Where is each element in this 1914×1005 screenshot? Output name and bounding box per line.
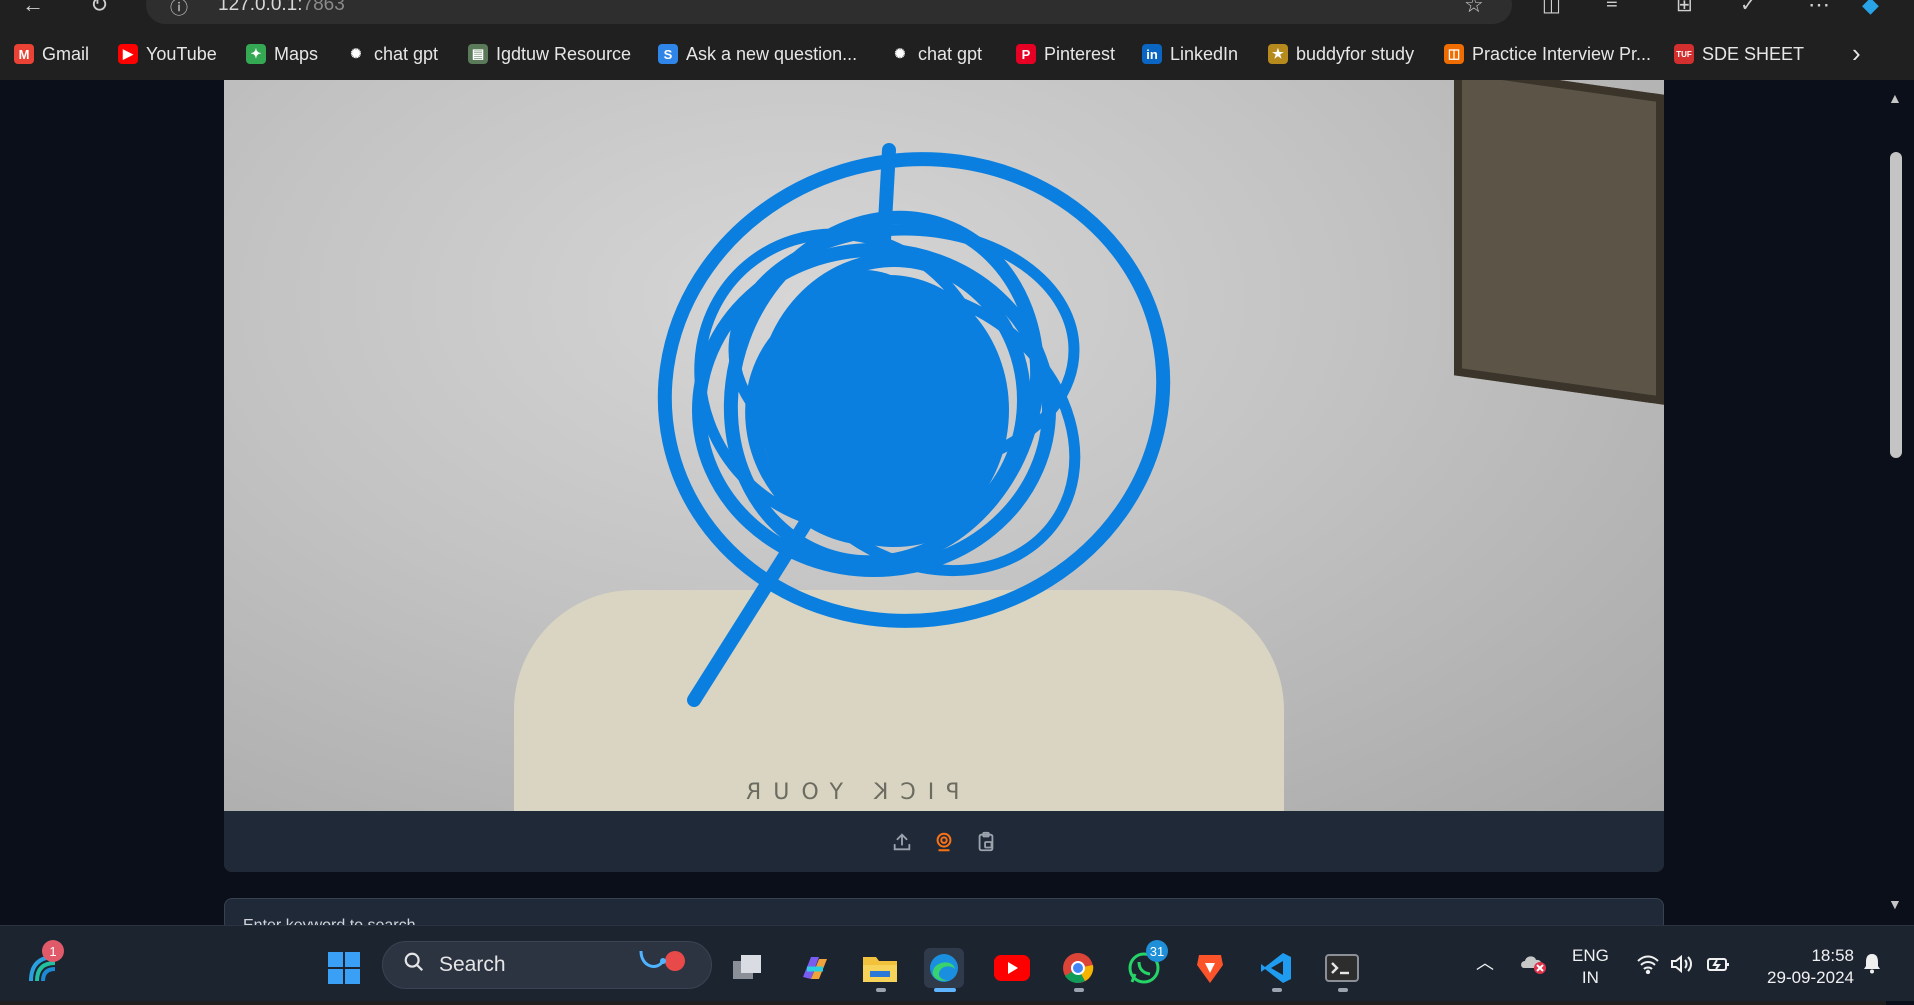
clipboard-icon[interactable] [974,830,998,854]
scroll-down-arrow-icon[interactable]: ▼ [1888,896,1902,912]
edge-browser-icon[interactable] [924,948,964,988]
site-info-icon[interactable]: ⓘ [170,0,188,20]
url-port: 7863 [302,0,345,15]
bookmark-label: Igdtuw Resource [496,43,632,64]
bookmark-label: buddyfor study [1296,43,1415,64]
bookmark-label: YouTube [146,43,217,64]
refresh-icon[interactable]: ↻ [90,0,108,18]
maps-icon: ✦ [246,44,266,64]
bookmark-label: chat gpt [374,43,439,64]
bookmark-youtube[interactable]: ▶ YouTube [118,42,217,66]
language-code: ENG [1572,946,1609,965]
chrome-indicator [1074,988,1084,992]
copilot-taskbar-icon[interactable] [794,948,834,988]
search-highlight-stethoscope-icon [637,947,693,983]
url-host: 127.0.0.1: [218,0,303,15]
bookmarks-overflow-chevron-icon[interactable]: › [1852,38,1861,69]
face-redaction-scribble [657,143,1171,707]
bookmark-label: Practice Interview Pr... [1472,43,1652,64]
bookmark-label: chat gpt [918,43,983,64]
clock-time: 18:58 [1811,946,1854,965]
bookmark-label: Maps [274,43,319,64]
vscode-indicator [1272,988,1282,992]
url-field[interactable] [146,0,1512,24]
bookmark-practice-interview-pr[interactable]: ◫ Practice Interview Pr... [1444,42,1651,66]
bookmark-label: Pinterest [1044,43,1116,64]
ask-icon: S [658,44,678,64]
bookmark-buddyfor-study[interactable]: ★ buddyfor study [1268,42,1414,66]
scrollbar-thumb[interactable] [1890,152,1902,458]
chatgpt-icon: ✺ [890,44,910,64]
start-windows-icon[interactable] [324,948,364,988]
collections-icon[interactable]: ⊞ [1676,0,1693,17]
clock[interactable]: 18:58 29-09-2024 [1752,945,1854,989]
file-explorer-indicator [876,988,886,992]
bookmark-linkedin[interactable]: in LinkedIn [1142,42,1238,66]
bookmark-label: Ask a new question... [686,43,858,64]
clock-date: 29-09-2024 [1767,968,1854,987]
taskbar-search-box[interactable]: Search [382,941,712,989]
youtube-app-icon[interactable] [992,948,1032,988]
webcam-image: PICK YOUR [224,80,1664,811]
bookmark-maps[interactable]: ✦ Maps [246,42,318,66]
favorites-list-icon[interactable]: ≡ [1606,0,1618,15]
more-menu-icon[interactable]: ⋯ [1808,0,1830,18]
vscode-icon[interactable] [1256,948,1296,988]
onedrive-error-icon[interactable] [1520,952,1548,980]
page-viewport: PICK YOUR [0,80,1914,1005]
file-explorer-icon[interactable] [860,948,900,988]
wifi-icon[interactable] [1636,954,1660,980]
bookmark-chat-gpt[interactable]: ✺ chat gpt [890,42,982,66]
bookmark-gmail[interactable]: M Gmail [14,42,89,66]
copilot-icon[interactable]: ◆ [1862,0,1879,18]
bookmark-label: LinkedIn [1170,43,1239,64]
taskbar-search-placeholder: Search [439,953,506,976]
notification-bell-icon[interactable] [1862,952,1882,980]
upload-icon[interactable] [890,830,914,854]
search-icon [403,951,425,979]
practice-icon: ◫ [1444,44,1464,64]
pinterest-icon: P [1016,44,1036,64]
whatsapp-badge: 31 [1146,940,1168,962]
terminal-indicator [1338,988,1348,992]
bookmark-ask-a-new-question[interactable]: S Ask a new question... [658,42,857,66]
bookmark-label: Gmail [42,43,90,64]
split-screen-icon[interactable]: ◫ [1542,0,1561,17]
task-view-icon[interactable] [728,948,768,988]
resource-icon: ▤ [468,44,488,64]
chatgpt-icon: ✺ [346,44,366,64]
favorite-star-icon[interactable]: ☆ [1464,0,1484,18]
webcam-toolbar [224,811,1664,872]
chrome-icon[interactable] [1058,948,1098,988]
bookmark-label: SDE SHEET [1702,43,1805,64]
linkedin-icon: in [1142,44,1162,64]
terminal-icon[interactable] [1322,948,1362,988]
bookmark-sde-sheet[interactable]: TUF SDE SHEET [1674,42,1804,66]
url-text: 127.0.0.1:7863 [218,0,345,16]
volume-icon[interactable] [1670,954,1694,980]
youtube-icon: ▶ [118,44,138,64]
bookmark-pinterest[interactable]: P Pinterest [1016,42,1115,66]
brave-icon[interactable] [1190,948,1230,988]
back-icon[interactable]: ← [22,0,44,18]
battery-charging-icon[interactable] [1706,954,1732,980]
edge-active-indicator [934,988,956,992]
bookmark-igdtuw-resource[interactable]: ▤ Igdtuw Resource [468,42,631,66]
region-code: IN [1581,968,1599,987]
gmail-icon: M [14,44,34,64]
extensions-icon[interactable]: ✓ [1740,0,1757,17]
language-indicator[interactable]: ENG IN [1572,945,1609,989]
tray-overflow-chevron-icon[interactable]: ︿ [1476,952,1494,974]
buddy-icon: ★ [1268,44,1288,64]
scroll-up-arrow-icon[interactable]: ▲ [1888,90,1902,106]
weather-badge: 1 [42,940,64,962]
webcam-icon[interactable] [932,830,956,854]
tuf-icon: TUF [1674,44,1694,64]
bookmark-chat-gpt[interactable]: ✺ chat gpt [346,42,438,66]
